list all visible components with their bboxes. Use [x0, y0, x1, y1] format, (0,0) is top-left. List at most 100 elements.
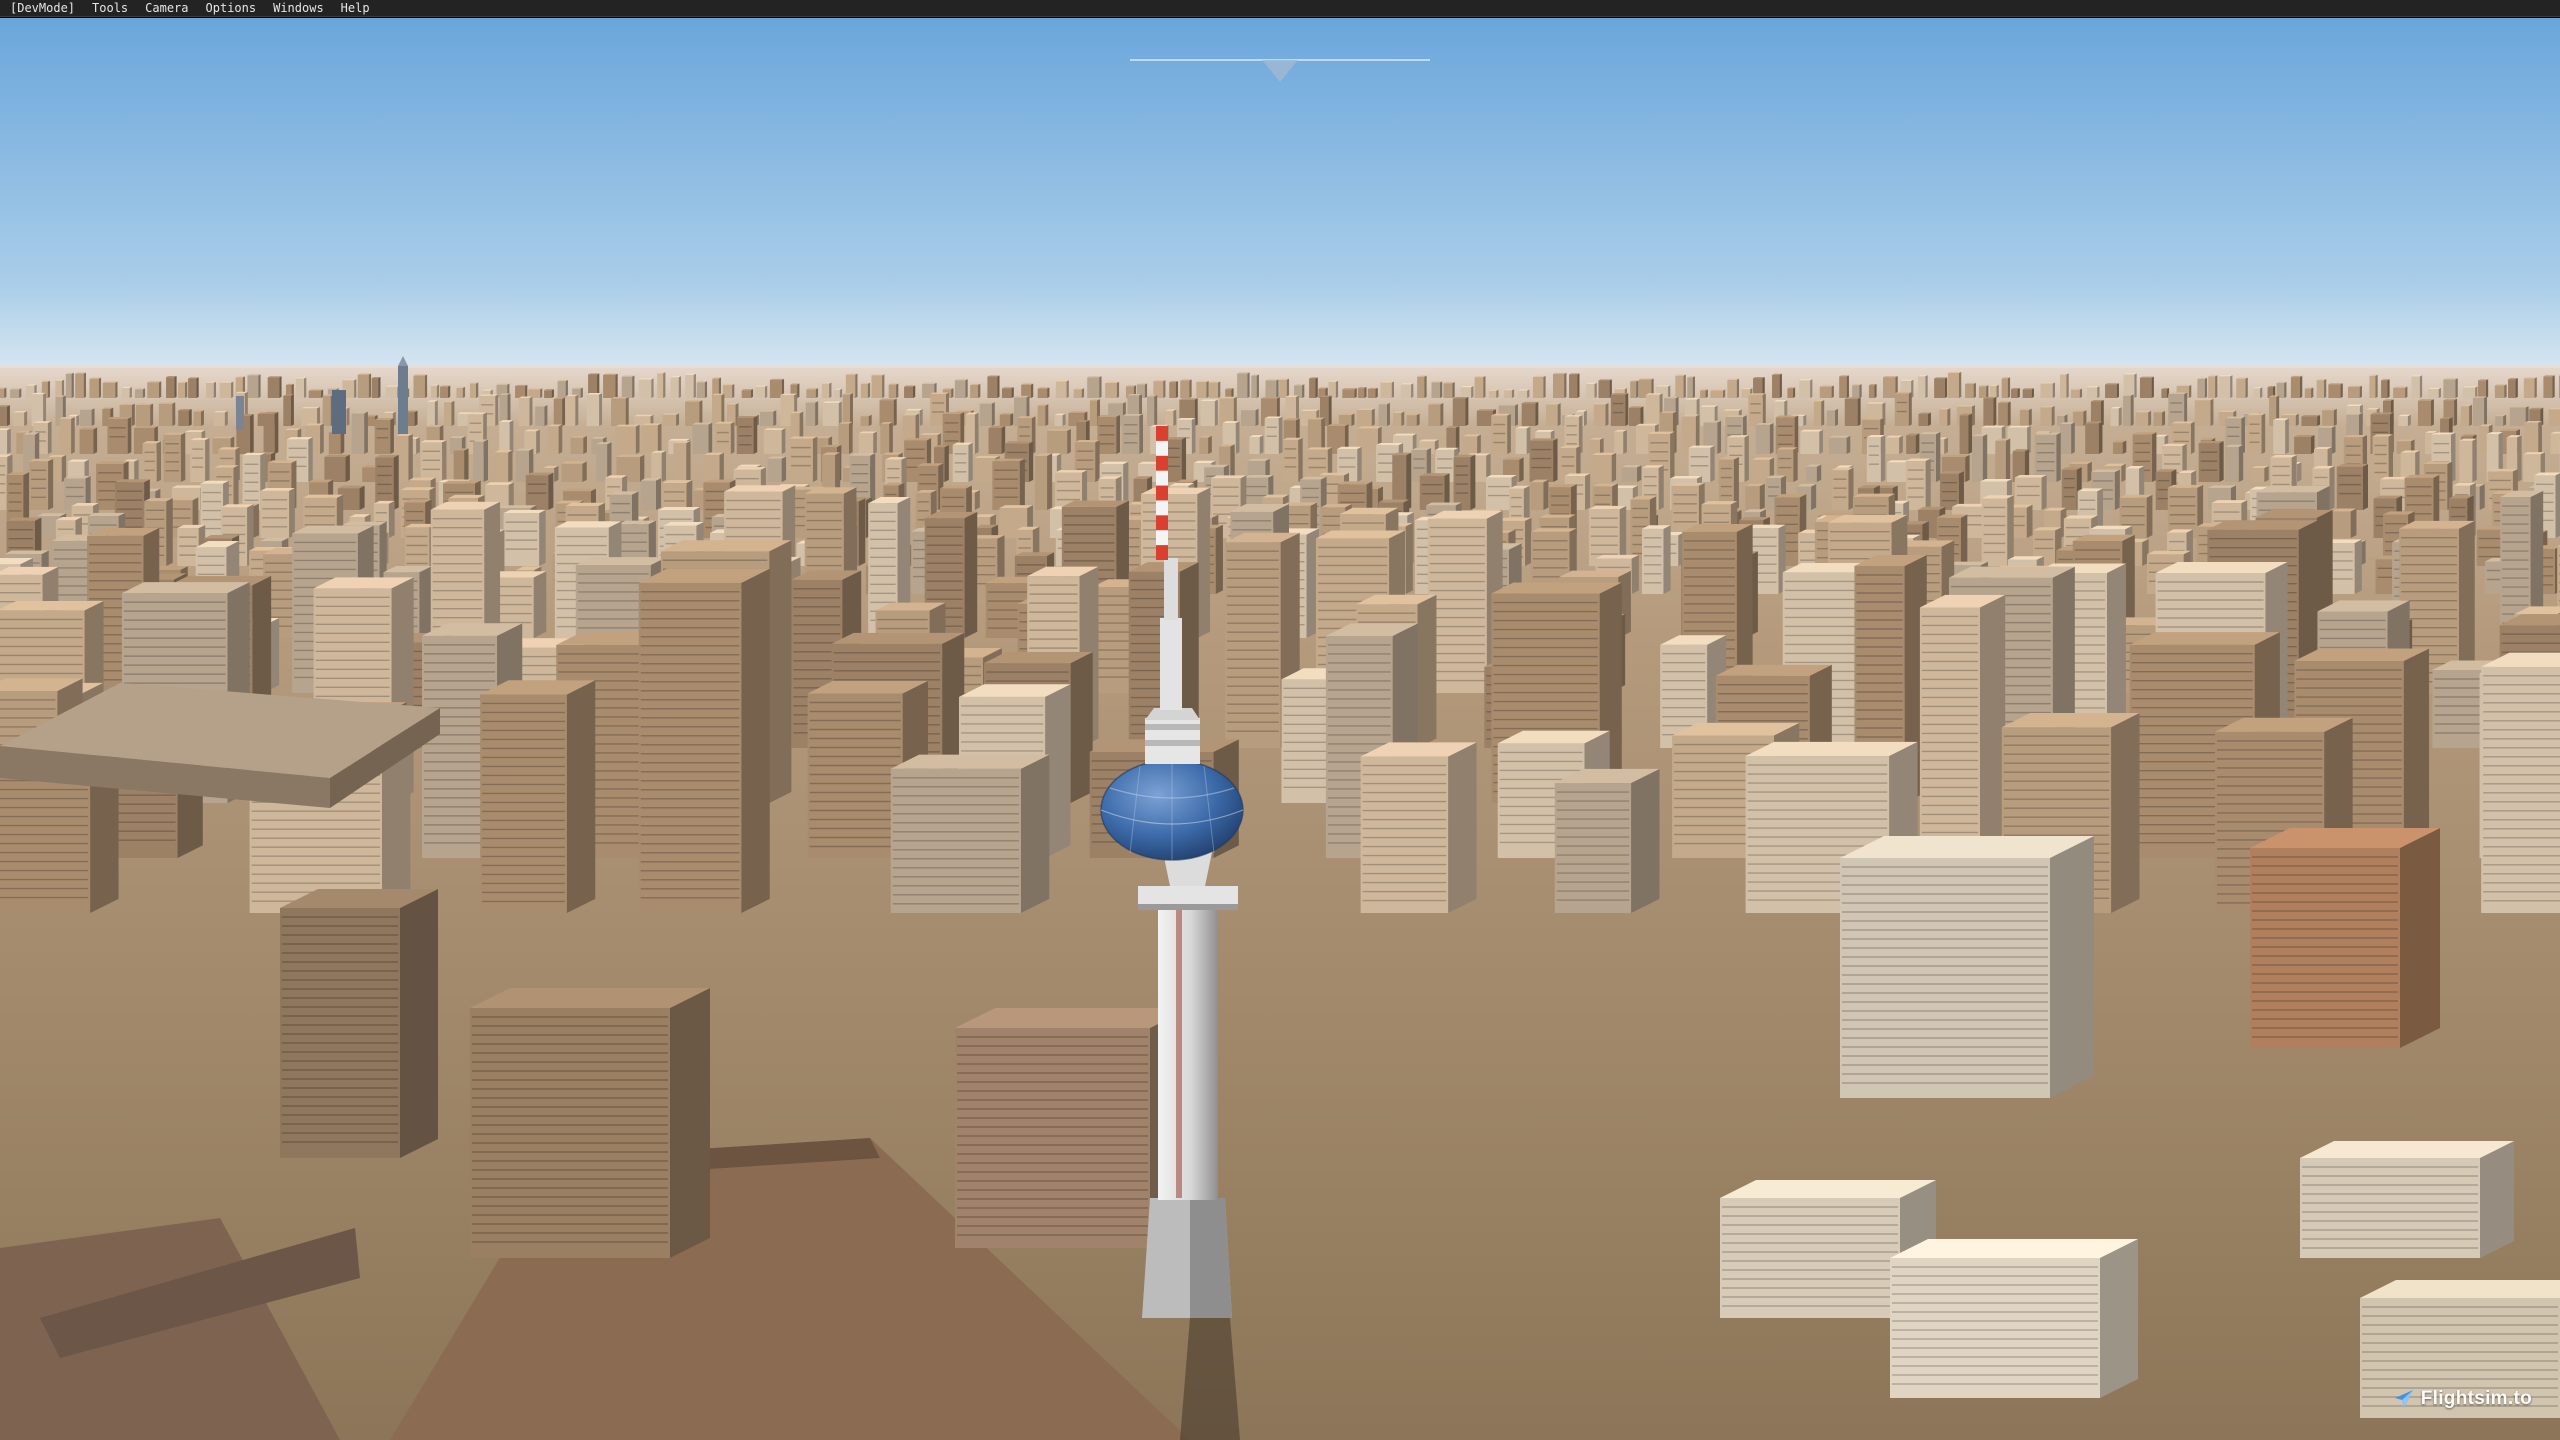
- building-roof: [2347, 385, 2362, 387]
- building-side: [1028, 441, 1034, 482]
- building: [2316, 380, 2325, 398]
- building-side: [868, 414, 872, 426]
- building: [987, 376, 998, 398]
- building-side: [1298, 437, 1303, 482]
- menu-tools[interactable]: Tools: [92, 0, 128, 17]
- building: [1504, 390, 1512, 398]
- building-side: [1717, 420, 1722, 454]
- building-side: [1351, 413, 1355, 426]
- building: [1169, 382, 1176, 398]
- building-side: [2184, 392, 2188, 426]
- building-side: [1215, 524, 1223, 594]
- building: [988, 427, 1002, 454]
- building: [685, 401, 700, 426]
- building-side: [1181, 437, 1187, 482]
- building-roof: [2336, 464, 2368, 467]
- city-scene: [0, 18, 2560, 1440]
- building-side: [693, 373, 696, 398]
- building: [2011, 389, 2018, 398]
- building-side: [1705, 389, 1708, 398]
- menu-help[interactable]: Help: [341, 0, 370, 17]
- building-side: [1736, 378, 1740, 398]
- building-side: [1452, 382, 1455, 398]
- building: [283, 395, 291, 426]
- building-side: [2538, 420, 2542, 454]
- building-side: [635, 424, 640, 454]
- building: [553, 398, 563, 426]
- building: [1826, 410, 1836, 426]
- building: [603, 374, 616, 398]
- menu-windows[interactable]: Windows: [273, 0, 324, 17]
- building-side: [815, 388, 819, 398]
- building-roof: [308, 389, 324, 391]
- building: [999, 414, 1011, 426]
- building: [696, 382, 705, 398]
- building-side: [1874, 383, 1877, 398]
- building-side: [61, 379, 65, 398]
- building: [2251, 467, 2265, 482]
- building-side: [1762, 393, 1766, 426]
- building-roof: [2176, 384, 2192, 387]
- building-side: [378, 376, 381, 398]
- building-side: [424, 374, 428, 398]
- building: [1546, 404, 1558, 426]
- building: [557, 381, 566, 398]
- building: [2022, 389, 2032, 398]
- building-side: [1857, 397, 1861, 426]
- building-side: [708, 422, 713, 454]
- menu-options[interactable]: Options: [206, 0, 257, 17]
- building: [1799, 380, 1811, 398]
- building: [1474, 377, 1484, 398]
- building-roof: [685, 400, 703, 402]
- building-side: [2204, 377, 2208, 398]
- building-side: [2517, 435, 2522, 482]
- menu-camera[interactable]: Camera: [145, 0, 188, 17]
- building-roof: [1097, 414, 1120, 417]
- building-side: [2041, 474, 2047, 510]
- building-side: [508, 450, 513, 482]
- building-side: [1811, 483, 1817, 510]
- building: [662, 414, 677, 426]
- building-side: [462, 386, 466, 398]
- building: [1417, 376, 1425, 398]
- building-side: [83, 372, 86, 398]
- building-roof: [1861, 417, 1884, 420]
- building-side: [544, 405, 548, 426]
- building-roof: [922, 382, 937, 384]
- building: [1034, 455, 1048, 510]
- building-side: [1218, 381, 1221, 398]
- simulator-viewport[interactable]: [0, 18, 2560, 1440]
- building-side: [893, 398, 897, 426]
- building-side: [2007, 377, 2011, 398]
- building: [494, 452, 509, 482]
- building-side: [2362, 464, 2368, 510]
- menu-devmode[interactable]: [DevMode]: [10, 0, 75, 17]
- building-roof: [1306, 447, 1333, 450]
- building: [2194, 400, 2211, 426]
- building-roof: [385, 385, 400, 387]
- building-roof: [1047, 428, 1071, 431]
- building: [2218, 376, 2231, 398]
- building-side: [196, 377, 199, 398]
- building-side: [2485, 379, 2489, 398]
- building-side: [1144, 383, 1148, 398]
- building: [322, 395, 331, 426]
- building-side: [2503, 414, 2507, 426]
- building: [2523, 378, 2535, 398]
- building-side: [159, 381, 162, 398]
- building: [147, 382, 160, 398]
- building-side: [76, 414, 80, 426]
- building: [2110, 408, 2119, 426]
- building: [640, 480, 657, 510]
- building-side: [304, 377, 307, 398]
- building-side: [896, 383, 899, 398]
- building: [79, 429, 94, 454]
- dev-menu-bar: [DevMode] Tools Camera Options Windows H…: [0, 0, 2560, 17]
- building-side: [1769, 422, 1774, 454]
- building-side: [2122, 440, 2127, 454]
- building: [1687, 377, 1693, 398]
- building: [80, 409, 92, 426]
- building: [65, 373, 72, 398]
- building-side: [1386, 402, 1390, 426]
- building: [2322, 410, 2334, 426]
